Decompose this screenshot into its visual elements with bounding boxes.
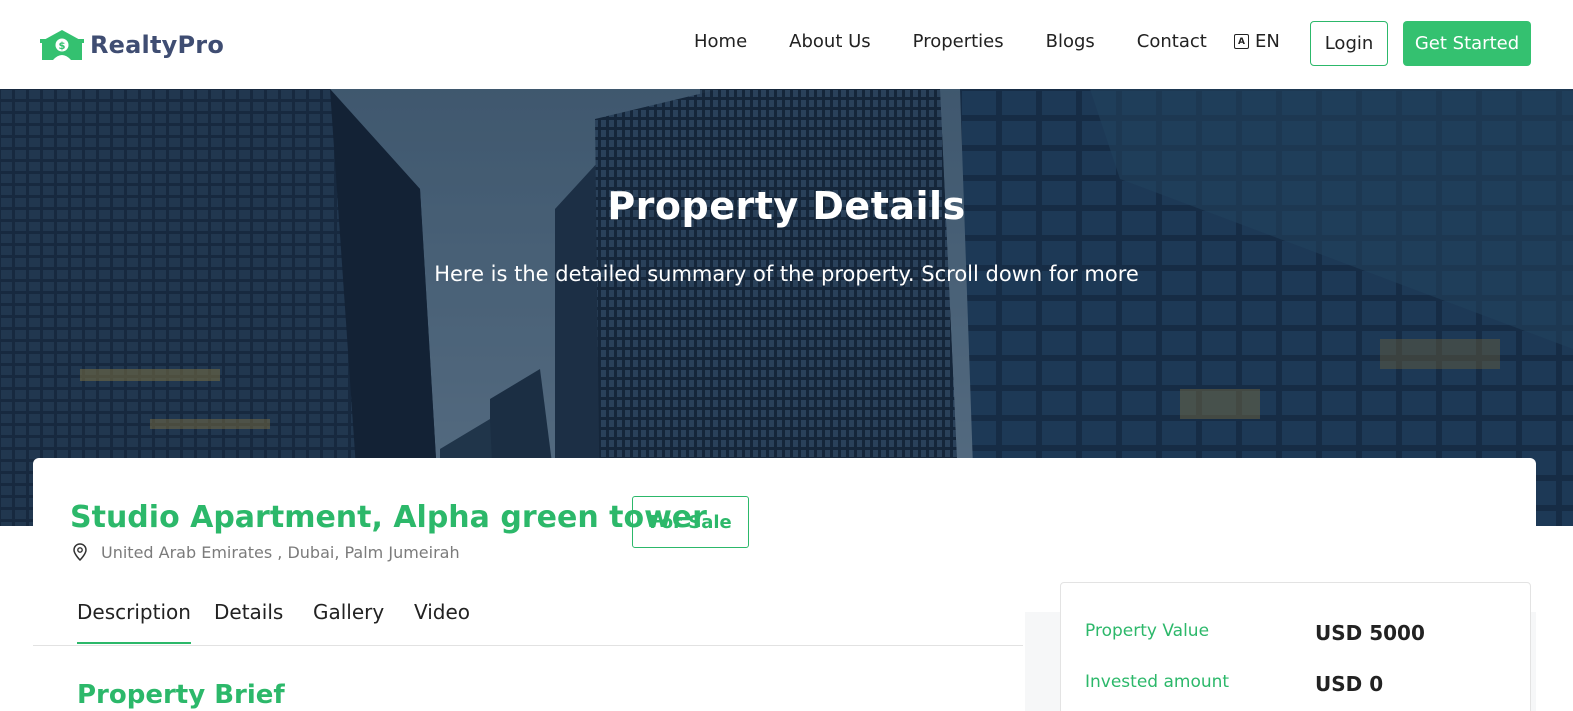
brand-name: RealtyPro (90, 31, 225, 59)
tab-video[interactable]: Video (414, 600, 470, 624)
status-badge: For Sale (632, 496, 749, 548)
get-started-button[interactable]: Get Started (1403, 21, 1531, 66)
info-row-property-value: Property Value USD 5000 (1085, 621, 1515, 645)
nav-home[interactable]: Home (694, 31, 747, 52)
info-row-invested-amount: Invested amount USD 0 (1085, 672, 1515, 696)
property-tabs: Description Details Gallery Video (33, 598, 1023, 646)
info-value: USD 5000 (1315, 621, 1425, 645)
hero-title: Property Details (607, 184, 966, 228)
nav-properties[interactable]: Properties (913, 31, 1004, 52)
navbar: $ RealtyPro Home About Us Properties Blo… (0, 0, 1573, 89)
tab-details[interactable]: Details (214, 600, 283, 624)
nav-about-us[interactable]: About Us (789, 31, 871, 52)
property-location: United Arab Emirates , Dubai, Palm Jumei… (101, 543, 460, 562)
house-dollar-icon: $ (40, 28, 84, 62)
info-label: Invested amount (1085, 672, 1230, 692)
svg-text:$: $ (59, 41, 66, 52)
tab-description[interactable]: Description (77, 600, 191, 644)
section-title: Property Brief (77, 680, 285, 710)
brand-logo[interactable]: $ RealtyPro (40, 28, 224, 62)
tab-gallery[interactable]: Gallery (313, 600, 384, 624)
property-title: Studio Apartment, Alpha green tower (70, 500, 707, 535)
hero-subtitle: Here is the detailed summary of the prop… (434, 262, 1139, 286)
main-nav: Home About Us Properties Blogs Contact (694, 31, 1249, 52)
info-label: Property Value (1085, 621, 1210, 641)
info-value: USD 0 (1315, 672, 1384, 696)
login-button[interactable]: Login (1310, 21, 1388, 66)
investment-summary: Property Value USD 5000 Invested amount … (1060, 582, 1531, 711)
map-pin-icon (73, 543, 87, 562)
language-label: EN (1255, 31, 1280, 52)
nav-contact[interactable]: Contact (1137, 31, 1207, 52)
translate-icon: A (1234, 34, 1249, 49)
nav-blogs[interactable]: Blogs (1046, 31, 1095, 52)
language-selector[interactable]: A EN (1234, 31, 1280, 52)
